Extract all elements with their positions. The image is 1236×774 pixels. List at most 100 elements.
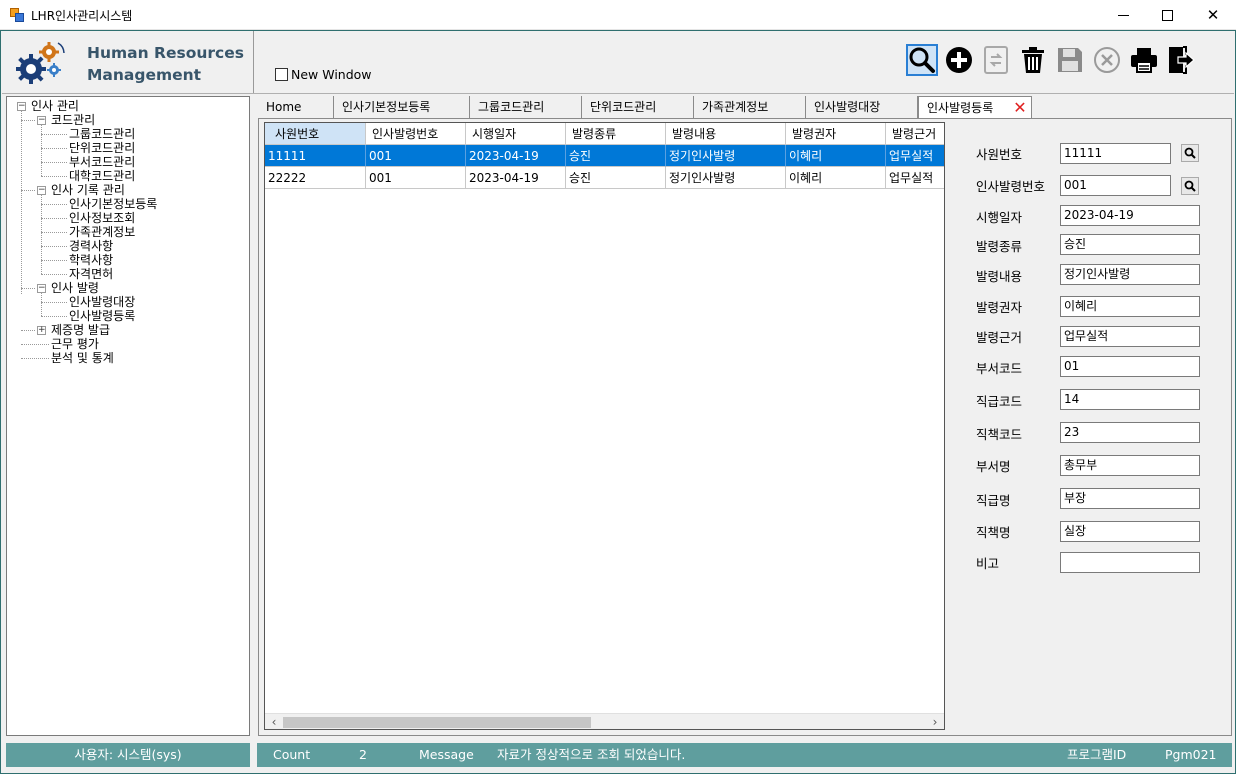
tree-group-cert[interactable]: 제증명 발급 [51,323,110,337]
grid-cell[interactable]: 2023-04-19 [466,167,566,189]
employee-search-button[interactable] [1181,144,1199,162]
tree-item[interactable]: 인사발령등록 [69,309,135,323]
tree-root[interactable]: 인사 관리 [31,99,79,113]
cancel-button[interactable] [1091,44,1123,76]
horizontal-scrollbar[interactable]: ‹ › [265,713,944,729]
position-code-input[interactable]: 23 [1060,422,1200,443]
position-name-input[interactable]: 실장 [1060,521,1200,542]
delete-button[interactable] [1017,44,1049,76]
tree-item[interactable]: 인사정보조회 [69,211,135,225]
new-window-label: New Window [291,67,372,82]
scroll-right-icon[interactable]: › [927,715,943,729]
column-header[interactable]: 인사발령번호 [366,123,466,145]
tree-item[interactable]: 가족관계정보 [69,225,135,239]
grid-cell[interactable]: 001 [366,167,466,189]
grade-name-input[interactable]: 부장 [1060,488,1200,509]
tree-item[interactable]: 경력사항 [69,239,113,253]
column-header[interactable]: 발령종류 [566,123,666,145]
tab-order-ledger[interactable]: 인사발령대장 [806,96,918,118]
grade-code-input[interactable]: 14 [1060,389,1200,410]
tree-toggle-order[interactable]: − [37,284,46,293]
employee-no-input[interactable]: 11111 [1060,143,1171,164]
tab-basic-info[interactable]: 인사기본정보등록 [334,96,470,118]
column-header[interactable]: 발령권자 [786,123,886,145]
tree-item[interactable]: 학력사항 [69,253,113,267]
tree-item[interactable]: 인사기본정보등록 [69,197,157,211]
grid-cell[interactable]: 001 [366,145,466,167]
grid-cell[interactable]: 승진 [566,145,666,167]
grid-cell[interactable]: 정기인사발령 [666,167,786,189]
column-header[interactable]: 시행일자 [466,123,566,145]
status-program-id: Pgm021 [1165,747,1217,762]
tree-item[interactable]: 그룹코드관리 [69,127,135,141]
grid-cell[interactable]: 이혜리 [786,145,886,167]
app-icon [10,8,24,22]
grid-cell[interactable]: 2023-04-19 [466,145,566,167]
status-count-label: Count [273,747,311,762]
order-basis-input[interactable]: 업무실적 [1060,326,1200,347]
swap-icon [984,46,1008,74]
table-row[interactable]: 11111 001 2023-04-19 승진 정기인사발령 이혜리 업무실적 [265,145,944,167]
order-search-button[interactable] [1181,177,1199,195]
logo-text: Human Resources Management [87,42,244,86]
grid-header: 사원번호 인사발령번호 시행일자 발령종류 발령내용 발령권자 발령근거 [265,123,944,145]
column-header[interactable]: 발령근거 [886,123,944,145]
tree-item[interactable]: 분석 및 통계 [51,351,114,365]
tree-toggle-record[interactable]: − [37,186,46,195]
grid-cell[interactable]: 이혜리 [786,167,886,189]
order-no-input[interactable]: 001 [1060,175,1171,196]
tree-group-order[interactable]: 인사 발령 [51,281,99,295]
tree-item[interactable]: 부서코드관리 [69,155,135,169]
grid-cell[interactable]: 업무실적 [886,145,944,167]
tab-family[interactable]: 가족관계정보 [694,96,806,118]
table-row[interactable]: 22222 001 2023-04-19 승진 정기인사발령 이혜리 업무실적 [265,167,944,189]
add-button[interactable] [943,44,975,76]
convert-button[interactable] [980,44,1012,76]
grid-cell[interactable]: 11111 [265,145,366,167]
remarks-input[interactable] [1060,552,1200,573]
exit-button[interactable] [1165,44,1197,76]
maximize-button[interactable] [1144,0,1190,30]
save-button[interactable] [1054,44,1086,76]
tree-group-code[interactable]: 코드관리 [51,113,95,127]
exit-door-icon [1169,46,1195,74]
form-label: 발령근거 [976,330,1023,345]
tree-item[interactable]: 자격면허 [69,267,113,281]
print-button[interactable] [1128,44,1160,76]
close-window-button[interactable]: ✕ [1190,0,1236,30]
search-icon [1184,180,1196,192]
order-authority-input[interactable]: 이혜리 [1060,296,1200,317]
dept-name-input[interactable]: 총무부 [1060,455,1200,476]
search-icon [1184,147,1196,159]
order-type-input[interactable]: 승진 [1060,234,1200,255]
new-window-checkbox[interactable]: New Window [275,67,372,82]
grid-cell[interactable]: 승진 [566,167,666,189]
tree-item[interactable]: 인사발령대장 [69,295,135,309]
tree-toggle-code[interactable]: − [37,116,46,125]
tab-unit-code[interactable]: 단위코드관리 [582,96,694,118]
column-header[interactable]: 사원번호 [265,123,366,145]
grid-cell[interactable]: 정기인사발령 [666,145,786,167]
dept-code-input[interactable]: 01 [1060,356,1200,377]
effective-date-input[interactable]: 2023-04-19 [1060,205,1200,226]
column-header[interactable]: 발령내용 [666,123,786,145]
checkbox-box[interactable] [275,68,288,81]
tab-home[interactable]: Home [258,96,334,118]
search-button[interactable] [906,44,938,76]
grid-cell[interactable]: 22222 [265,167,366,189]
scroll-left-icon[interactable]: ‹ [266,715,282,729]
status-program-label: 프로그램ID [1067,747,1127,762]
tree-item[interactable]: 단위코드관리 [69,141,135,155]
tree-item[interactable]: 근무 평가 [51,337,99,351]
tree-group-record[interactable]: 인사 기록 관리 [51,183,125,197]
order-content-input[interactable]: 정기인사발령 [1060,264,1200,285]
tab-group-code[interactable]: 그룹코드관리 [470,96,582,118]
tree-toggle-cert[interactable]: + [37,326,46,335]
tab-close-icon[interactable]: ✕ [1013,100,1027,116]
order-grid[interactable]: 사원번호 인사발령번호 시행일자 발령종류 발령내용 발령권자 발령근거 111… [264,122,945,730]
grid-cell[interactable]: 업무실적 [886,167,944,189]
tree-item[interactable]: 대학코드관리 [69,169,135,183]
tree-toggle-root[interactable]: − [17,102,26,111]
minimize-button[interactable] [1100,0,1146,30]
scroll-thumb[interactable] [283,717,591,728]
